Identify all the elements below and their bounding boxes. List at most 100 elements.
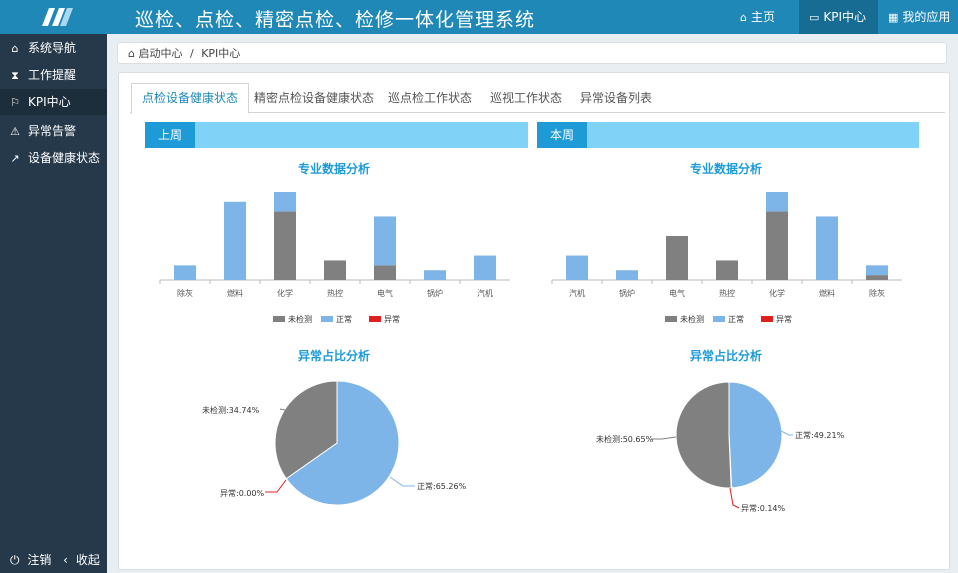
breadcrumb-current: KPI中心 — [201, 47, 241, 60]
tab-inspection-health[interactable]: 点检设备健康状态 — [131, 83, 250, 114]
bar-未检测-电气 — [374, 265, 396, 280]
logo-icon — [42, 8, 73, 26]
this-week-header: 本周 — [537, 122, 919, 148]
hourglass-icon: ⧗ — [11, 69, 19, 82]
x-tick-label: 燃料 — [227, 288, 243, 298]
bar-正常-除灰 — [174, 265, 196, 280]
nav-kpi-label: KPI中心 — [823, 10, 867, 24]
home-icon: ⌂ — [128, 47, 135, 60]
pie-leader-未检测 — [651, 436, 677, 440]
bar-chart-right: 汽机 锅炉 电气 热控 化学 燃料 除灰未检测 正常 异常 — [551, 192, 902, 324]
home-icon: ⌂ — [11, 42, 19, 55]
legend-label-异常: 异常 — [384, 315, 400, 324]
x-tick-label: 燃料 — [819, 288, 835, 298]
bar-未检测-除灰 — [866, 275, 888, 280]
x-tick-label: 电气 — [669, 288, 685, 298]
collapse-button[interactable]: ‹ 收起 — [63, 553, 104, 567]
bar-正常-化学 — [274, 192, 296, 212]
legend-label-正常: 正常 — [336, 315, 352, 324]
sidebar-item-alarm[interactable]: ⚠ 异常告警 — [0, 118, 107, 144]
x-tick-label: 锅炉 — [619, 288, 635, 298]
pie-label-未检测: 未检测:50.65% — [596, 434, 654, 444]
app-title: 巡检、点检、精密点检、检修一体化管理系统 — [135, 9, 536, 31]
sidebar-item-label: 工作提醒 — [28, 68, 77, 82]
sidebar-item-label: 设备健康状态 — [28, 151, 101, 165]
sidebar-item-reminder[interactable]: ⧗ 工作提醒 — [0, 62, 107, 88]
legend-label-未检测: 未检测 — [288, 314, 312, 324]
bar-chart-title-left: 专业数据分析 — [298, 162, 371, 176]
bar-正常-燃料 — [224, 201, 246, 280]
legend-swatch-正常 — [713, 316, 725, 322]
legend-swatch-异常 — [761, 316, 773, 322]
top-bar: 巡检、点检、精密点检、检修一体化管理系统 ⌂ 主页 ▭ KPI中心 ▦ 我的应用 — [0, 0, 958, 34]
pie-chart-left: 未检测:34.74% 正常:65.26% 异常:0.00% — [202, 380, 467, 506]
bar-正常-除灰 — [866, 265, 888, 276]
bar-未检测-电气 — [666, 236, 688, 280]
pie-leader-正常 — [780, 430, 793, 436]
bar-正常-锅炉 — [424, 270, 446, 280]
last-week-header: 上周 — [145, 122, 528, 148]
legend-swatch-正常 — [321, 316, 333, 322]
x-tick-label: 热控 — [719, 288, 735, 298]
nav-home-label: 主页 — [750, 10, 775, 24]
breadcrumb: ⌂ 启动中心 / KPI中心 — [117, 42, 947, 64]
sidebar: ⌂ 系统导航 ⧗ 工作提醒 ⚐ KPI中心 ⚠ 异常告警 ↗ 设备健康状态 — [0, 34, 107, 573]
pie-slice-未检测 — [675, 381, 732, 489]
chevron-left-icon: ‹ — [63, 553, 68, 567]
collapse-label: 收起 — [75, 553, 100, 567]
bar-未检测-热控 — [716, 260, 738, 280]
bar-正常-燃料 — [816, 216, 838, 280]
x-tick-label: 化学 — [277, 288, 293, 298]
pie-leader-正常 — [389, 476, 415, 487]
x-tick-label: 除灰 — [177, 288, 193, 298]
bar-未检测-热控 — [324, 260, 346, 280]
tab-inspection-work[interactable]: 巡点检工作状态 — [378, 84, 482, 112]
sidebar-item-label: KPI中心 — [28, 95, 71, 109]
bar-chart-left: 除灰 燃料 化学 热控 电气 锅炉 汽机未检测 正常 异常 — [159, 192, 510, 324]
pie-chart-right: 未检测:50.65% 正常:49.21% 异常:0.14% — [596, 381, 845, 513]
warning-icon: ⚠ — [10, 125, 20, 138]
legend-label-未检测: 未检测 — [680, 314, 704, 324]
sidebar-item-nav[interactable]: ⌂ 系统导航 — [0, 35, 107, 61]
nav-kpi-button[interactable]: ▭ KPI中心 — [799, 0, 878, 34]
logo-area — [0, 0, 107, 34]
power-icon: ⏻ — [10, 553, 20, 567]
x-tick-label: 锅炉 — [427, 288, 443, 298]
tab-patrol-work[interactable]: 巡视工作状态 — [480, 84, 572, 112]
last-week-label: 上周 — [145, 122, 196, 148]
pie-slice-正常 — [728, 381, 783, 489]
sidebar-item-kpi[interactable]: ⚐ KPI中心 — [0, 89, 107, 115]
share-icon: ↗ — [10, 152, 20, 165]
bar-未检测-化学 — [274, 211, 296, 280]
x-tick-label: 热控 — [327, 288, 343, 298]
nav-home-button[interactable]: ⌂ 主页 — [730, 0, 785, 34]
tab-abnormal-list[interactable]: 异常设备列表 — [570, 84, 662, 112]
grid-icon: ▦ — [888, 11, 899, 24]
pie-leader-异常 — [729, 487, 740, 509]
legend-label-正常: 正常 — [728, 315, 744, 324]
breadcrumb-home[interactable]: 启动中心 — [138, 47, 182, 60]
logout-button[interactable]: ⏻ 注销 — [10, 553, 55, 567]
pie-label-正常: 正常:49.21% — [795, 431, 845, 440]
legend-swatch-未检测 — [665, 316, 677, 322]
legend-label-异常: 异常 — [776, 315, 792, 324]
sidebar-item-label: 异常告警 — [28, 124, 77, 138]
bar-正常-电气 — [374, 216, 396, 266]
nav-myapps-button[interactable]: ▦ 我的应用 — [878, 0, 958, 34]
pie-label-未检测: 未检测:34.74% — [202, 405, 260, 415]
breadcrumb-separator: / — [189, 47, 194, 60]
pie-label-异常: 异常:0.14% — [741, 504, 786, 513]
x-tick-label: 电气 — [377, 288, 393, 298]
this-week-label: 本周 — [537, 122, 588, 148]
monitor-icon: ▭ — [809, 11, 820, 24]
home-icon: ⌂ — [740, 11, 747, 24]
nav-myapps-label: 我的应用 — [902, 10, 951, 24]
sidebar-item-health[interactable]: ↗ 设备健康状态 — [0, 145, 107, 171]
x-tick-label: 除灰 — [869, 288, 885, 298]
bar-未检测-化学 — [766, 211, 788, 280]
pie-label-异常: 异常:0.00% — [220, 489, 265, 498]
x-tick-label: 汽机 — [569, 288, 585, 298]
logout-label: 注销 — [27, 553, 52, 567]
x-tick-label: 化学 — [769, 288, 785, 298]
tab-precision-health[interactable]: 精密点检设备健康状态 — [244, 84, 384, 112]
